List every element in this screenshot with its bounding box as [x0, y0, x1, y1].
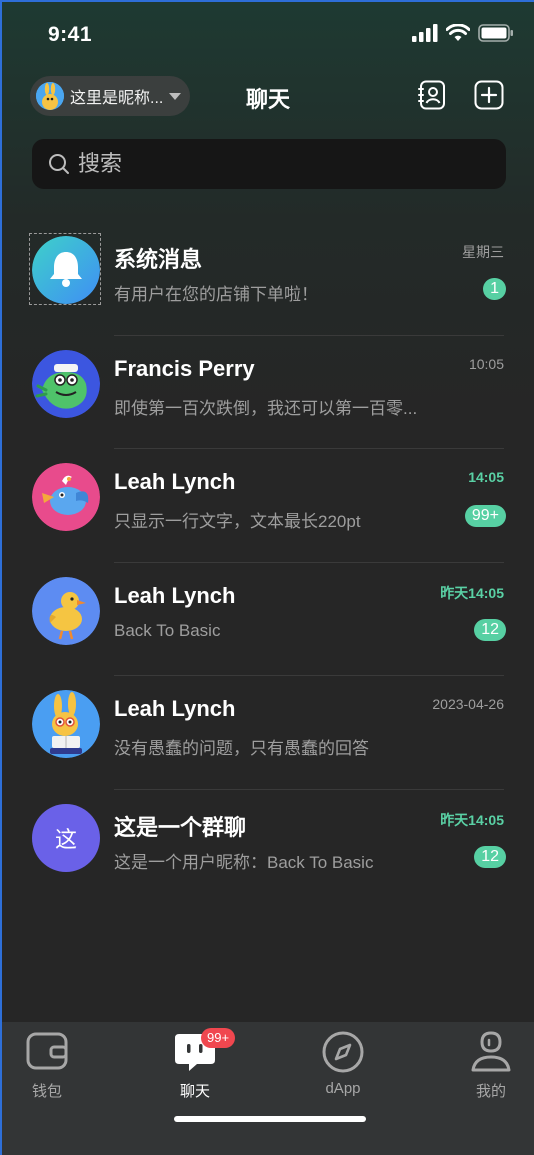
search-icon	[49, 154, 69, 174]
add-icon[interactable]	[474, 80, 504, 110]
group-avatar: 这	[32, 803, 100, 872]
tab-profile[interactable]: 我的	[446, 1030, 534, 1101]
chat-screen: 9:41 这里是昵称... 聊天 搜索 系统消息 有用户在您的店铺下单啦！ 星期…	[0, 0, 534, 1155]
profile-icon	[469, 1030, 513, 1074]
tab-label: 我的	[475, 1083, 506, 1100]
battery-icon	[478, 24, 513, 42]
chat-row[interactable]: 系统消息 有用户在您的店铺下单啦！ 星期三 1	[2, 222, 534, 336]
avatar	[32, 349, 100, 418]
avatar	[32, 690, 100, 759]
chat-name: Leah Lynch	[114, 582, 236, 608]
chat-time: 昨天14:05	[440, 584, 504, 601]
group-avatar-text: 这	[54, 826, 77, 852]
chat-icon: 99+	[173, 1028, 236, 1074]
home-indicator	[174, 1116, 366, 1122]
contacts-icon[interactable]	[418, 80, 448, 110]
chat-name: Francis Perry	[114, 355, 255, 381]
chat-preview: 即使第一百次跌倒，我还可以第一百零...	[114, 398, 418, 418]
chat-preview: Back To Basic	[114, 620, 221, 640]
chat-name: 这是一个群聊	[114, 814, 247, 840]
search-input[interactable]	[76, 150, 480, 178]
chat-name: 系统消息	[114, 247, 203, 272]
avatar	[32, 463, 100, 532]
chat-row[interactable]: Leah Lynch Back To Basic 昨天14:05 12	[2, 563, 534, 677]
status-icons	[412, 24, 514, 42]
unread-badge: 1	[483, 278, 506, 300]
tab-dapp[interactable]: dApp	[298, 1030, 388, 1097]
tab-wallet[interactable]: 钱包	[2, 1030, 92, 1101]
chat-list: 系统消息 有用户在您的店铺下单啦！ 星期三 1 Francis Perry 即使…	[2, 222, 534, 904]
chat-time: 昨天14:05	[440, 811, 504, 828]
compass-icon	[321, 1030, 365, 1074]
status-bar: 9:41	[2, 2, 534, 68]
chat-preview: 只显示一行文字，文本最长220pt	[114, 512, 361, 532]
header: 这里是昵称... 聊天	[2, 74, 534, 122]
unread-badge: 99+	[464, 505, 506, 528]
wifi-icon	[446, 24, 470, 41]
bell-icon	[32, 236, 100, 304]
tab-chat[interactable]: 99+ 聊天	[150, 1028, 240, 1101]
avatar	[32, 576, 100, 645]
chat-name: Leah Lynch	[114, 696, 236, 722]
chat-row[interactable]: Francis Perry 即使第一百次跌倒，我还可以第一百零... 10:05	[2, 336, 534, 450]
chat-row[interactable]: 这 这是一个群聊 这是一个用户昵称：Back To Basic 昨天14:05 …	[2, 790, 534, 904]
tab-badge: 99+	[201, 1028, 236, 1048]
page-title: 聊天	[245, 87, 290, 112]
chat-time: 星期三	[462, 244, 504, 260]
chat-preview: 没有愚蠢的问题，只有愚蠢的回答	[114, 739, 369, 759]
chat-time: 10:05	[468, 355, 504, 372]
status-time: 9:41	[48, 23, 93, 46]
chat-preview: 这是一个用户昵称：Back To Basic	[114, 852, 374, 872]
tab-bar: 钱包 99+ 聊天 dApp 我的	[2, 1022, 534, 1155]
chat-row[interactable]: Leah Lynch 只显示一行文字，文本最长220pt 14:05 99+	[2, 449, 534, 563]
chat-name: Leah Lynch	[114, 469, 236, 495]
chat-preview: 有用户在您的店铺下单啦！	[114, 285, 318, 304]
tab-label: 钱包	[31, 1083, 62, 1100]
wallet-icon	[25, 1030, 69, 1074]
chat-row[interactable]: Leah Lynch 没有愚蠢的问题，只有愚蠢的回答 2023-04-26	[2, 676, 534, 790]
chat-time: 2023-04-26	[432, 696, 504, 713]
search-bar[interactable]	[32, 139, 506, 189]
unread-badge: 12	[474, 845, 506, 868]
chat-time: 14:05	[468, 469, 504, 486]
tab-label: dApp	[325, 1080, 361, 1097]
signal-icon	[412, 24, 438, 42]
unread-badge: 12	[474, 618, 506, 641]
tab-label: 聊天	[179, 1083, 210, 1100]
